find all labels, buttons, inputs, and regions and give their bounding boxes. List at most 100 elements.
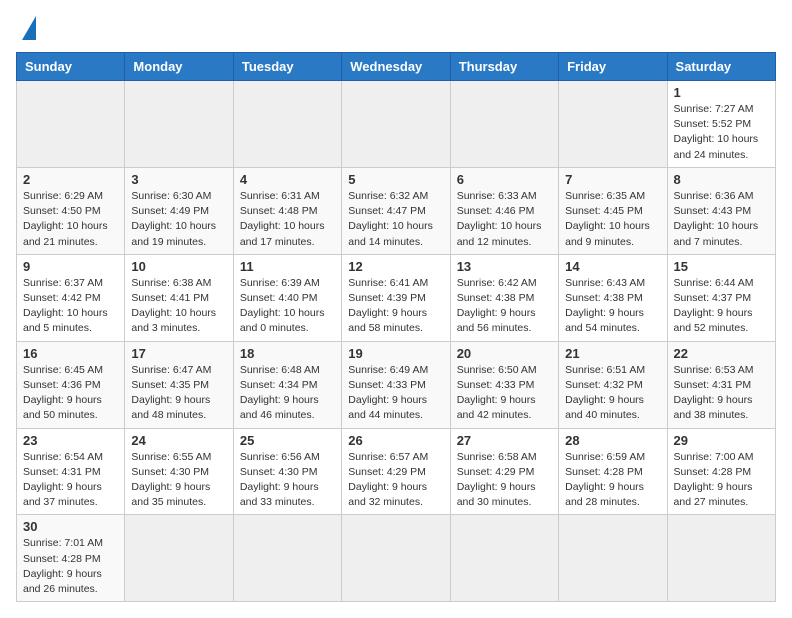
calendar-cell: 2 Sunrise: 6:29 AM Sunset: 4:50 PM Daylig… [17, 167, 125, 254]
day-number: 10 [131, 259, 226, 274]
calendar-cell: 15 Sunrise: 6:44 AM Sunset: 4:37 PM Dayli… [667, 254, 775, 341]
day-number: 24 [131, 433, 226, 448]
day-info: Sunrise: 6:30 AM Sunset: 4:49 PM Dayligh… [131, 189, 226, 250]
day-info: Sunrise: 6:48 AM Sunset: 4:34 PM Dayligh… [240, 363, 335, 424]
calendar-cell: 28 Sunrise: 6:59 AM Sunset: 4:28 PM Dayli… [559, 428, 667, 515]
calendar-cell [559, 81, 667, 168]
day-number: 11 [240, 259, 335, 274]
calendar-week-row: 9 Sunrise: 6:37 AM Sunset: 4:42 PM Daylig… [17, 254, 776, 341]
day-info: Sunrise: 6:36 AM Sunset: 4:43 PM Dayligh… [674, 189, 769, 250]
day-info: Sunrise: 6:43 AM Sunset: 4:38 PM Dayligh… [565, 276, 660, 337]
day-info: Sunrise: 6:33 AM Sunset: 4:46 PM Dayligh… [457, 189, 552, 250]
calendar-week-row: 30Sunrise: 7:01 AM Sunset: 4:28 PM Dayli… [17, 515, 776, 602]
calendar-cell: 30Sunrise: 7:01 AM Sunset: 4:28 PM Dayli… [17, 515, 125, 602]
calendar-cell: 29 Sunrise: 7:00 AM Sunset: 4:28 PM Dayli… [667, 428, 775, 515]
calendar-cell: 21 Sunrise: 6:51 AM Sunset: 4:32 PM Dayli… [559, 341, 667, 428]
day-info: Sunrise: 6:41 AM Sunset: 4:39 PM Dayligh… [348, 276, 443, 337]
calendar-cell [342, 81, 450, 168]
day-number: 20 [457, 346, 552, 361]
day-number: 22 [674, 346, 769, 361]
calendar-cell: 16Sunrise: 6:45 AM Sunset: 4:36 PM Dayli… [17, 341, 125, 428]
logo-triangle-icon [22, 16, 36, 40]
calendar-cell: 6 Sunrise: 6:33 AM Sunset: 4:46 PM Daylig… [450, 167, 558, 254]
day-number: 12 [348, 259, 443, 274]
day-info: Sunrise: 6:54 AM Sunset: 4:31 PM Dayligh… [23, 450, 118, 511]
day-number: 26 [348, 433, 443, 448]
day-info: Sunrise: 6:53 AM Sunset: 4:31 PM Dayligh… [674, 363, 769, 424]
day-number: 13 [457, 259, 552, 274]
day-number: 8 [674, 172, 769, 187]
day-number: 15 [674, 259, 769, 274]
calendar-table: SundayMondayTuesdayWednesdayThursdayFrid… [16, 52, 776, 602]
calendar-cell [125, 81, 233, 168]
day-info: Sunrise: 6:50 AM Sunset: 4:33 PM Dayligh… [457, 363, 552, 424]
calendar-cell [233, 81, 341, 168]
calendar-cell: 20 Sunrise: 6:50 AM Sunset: 4:33 PM Dayli… [450, 341, 558, 428]
calendar-cell [233, 515, 341, 602]
day-number: 3 [131, 172, 226, 187]
weekday-header-sunday: Sunday [17, 53, 125, 81]
day-number: 21 [565, 346, 660, 361]
day-info: Sunrise: 6:47 AM Sunset: 4:35 PM Dayligh… [131, 363, 226, 424]
calendar-cell: 14 Sunrise: 6:43 AM Sunset: 4:38 PM Dayli… [559, 254, 667, 341]
day-info: Sunrise: 6:38 AM Sunset: 4:41 PM Dayligh… [131, 276, 226, 337]
day-number: 14 [565, 259, 660, 274]
day-number: 30 [23, 519, 118, 534]
header [16, 16, 776, 40]
day-number: 9 [23, 259, 118, 274]
calendar-cell: 9 Sunrise: 6:37 AM Sunset: 4:42 PM Daylig… [17, 254, 125, 341]
calendar-cell: 13 Sunrise: 6:42 AM Sunset: 4:38 PM Dayli… [450, 254, 558, 341]
calendar-cell: 5 Sunrise: 6:32 AM Sunset: 4:47 PM Daylig… [342, 167, 450, 254]
calendar-body: 1 Sunrise: 7:27 AM Sunset: 5:52 PM Daylig… [17, 81, 776, 602]
calendar-week-row: 2 Sunrise: 6:29 AM Sunset: 4:50 PM Daylig… [17, 167, 776, 254]
day-info: Sunrise: 6:29 AM Sunset: 4:50 PM Dayligh… [23, 189, 118, 250]
calendar-week-row: 1 Sunrise: 7:27 AM Sunset: 5:52 PM Daylig… [17, 81, 776, 168]
day-number: 19 [348, 346, 443, 361]
day-info: Sunrise: 7:00 AM Sunset: 4:28 PM Dayligh… [674, 450, 769, 511]
calendar-cell: 4Sunrise: 6:31 AM Sunset: 4:48 PM Daylig… [233, 167, 341, 254]
day-number: 18 [240, 346, 335, 361]
day-number: 6 [457, 172, 552, 187]
day-number: 2 [23, 172, 118, 187]
weekday-header-wednesday: Wednesday [342, 53, 450, 81]
calendar-cell: 17 Sunrise: 6:47 AM Sunset: 4:35 PM Dayli… [125, 341, 233, 428]
day-number: 4 [240, 172, 335, 187]
calendar-cell: 3 Sunrise: 6:30 AM Sunset: 4:49 PM Daylig… [125, 167, 233, 254]
calendar-header: SundayMondayTuesdayWednesdayThursdayFrid… [17, 53, 776, 81]
calendar-cell: 18 Sunrise: 6:48 AM Sunset: 4:34 PM Dayli… [233, 341, 341, 428]
calendar-cell: 22 Sunrise: 6:53 AM Sunset: 4:31 PM Dayli… [667, 341, 775, 428]
calendar-cell: 23Sunrise: 6:54 AM Sunset: 4:31 PM Dayli… [17, 428, 125, 515]
day-info: Sunrise: 6:39 AM Sunset: 4:40 PM Dayligh… [240, 276, 335, 337]
logo [16, 16, 36, 40]
weekday-header-thursday: Thursday [450, 53, 558, 81]
day-number: 7 [565, 172, 660, 187]
day-number: 5 [348, 172, 443, 187]
day-info: Sunrise: 6:37 AM Sunset: 4:42 PM Dayligh… [23, 276, 118, 337]
day-info: Sunrise: 6:45 AM Sunset: 4:36 PM Dayligh… [23, 363, 118, 424]
calendar-cell: 11 Sunrise: 6:39 AM Sunset: 4:40 PM Dayli… [233, 254, 341, 341]
day-number: 28 [565, 433, 660, 448]
day-info: Sunrise: 6:58 AM Sunset: 4:29 PM Dayligh… [457, 450, 552, 511]
calendar-cell: 26 Sunrise: 6:57 AM Sunset: 4:29 PM Dayli… [342, 428, 450, 515]
day-info: Sunrise: 6:42 AM Sunset: 4:38 PM Dayligh… [457, 276, 552, 337]
day-info: Sunrise: 6:59 AM Sunset: 4:28 PM Dayligh… [565, 450, 660, 511]
calendar-cell [342, 515, 450, 602]
calendar-cell: 24Sunrise: 6:55 AM Sunset: 4:30 PM Dayli… [125, 428, 233, 515]
day-info: Sunrise: 7:27 AM Sunset: 5:52 PM Dayligh… [674, 102, 769, 163]
day-info: Sunrise: 6:49 AM Sunset: 4:33 PM Dayligh… [348, 363, 443, 424]
day-info: Sunrise: 6:44 AM Sunset: 4:37 PM Dayligh… [674, 276, 769, 337]
calendar-cell: 8 Sunrise: 6:36 AM Sunset: 4:43 PM Daylig… [667, 167, 775, 254]
calendar-cell [125, 515, 233, 602]
day-number: 29 [674, 433, 769, 448]
day-info: Sunrise: 6:32 AM Sunset: 4:47 PM Dayligh… [348, 189, 443, 250]
day-info: Sunrise: 6:57 AM Sunset: 4:29 PM Dayligh… [348, 450, 443, 511]
calendar-cell: 10 Sunrise: 6:38 AM Sunset: 4:41 PM Dayli… [125, 254, 233, 341]
weekday-header-monday: Monday [125, 53, 233, 81]
calendar-cell: 1 Sunrise: 7:27 AM Sunset: 5:52 PM Daylig… [667, 81, 775, 168]
day-info: Sunrise: 6:51 AM Sunset: 4:32 PM Dayligh… [565, 363, 660, 424]
day-number: 17 [131, 346, 226, 361]
calendar-cell [17, 81, 125, 168]
day-number: 27 [457, 433, 552, 448]
calendar-cell: 27 Sunrise: 6:58 AM Sunset: 4:29 PM Dayli… [450, 428, 558, 515]
day-number: 1 [674, 85, 769, 100]
